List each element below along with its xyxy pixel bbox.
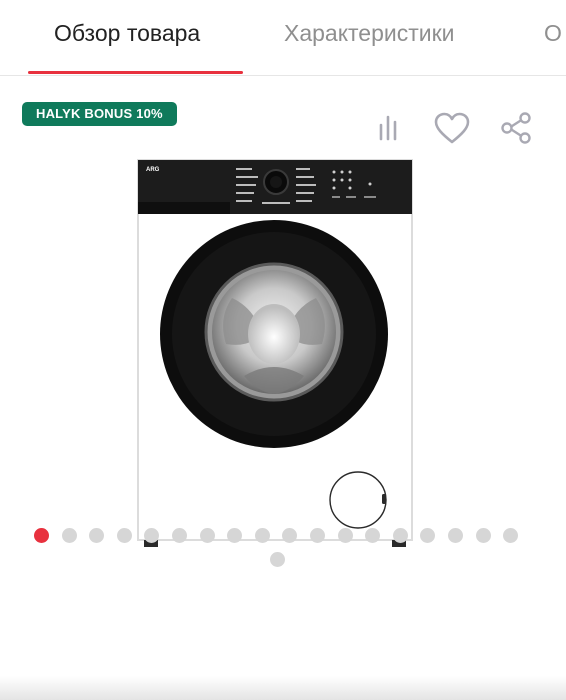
carousel-dot[interactable]	[116, 528, 132, 543]
carousel-dot[interactable]	[227, 528, 243, 543]
compare-button[interactable]	[368, 108, 408, 148]
brand-logo: ARG	[146, 167, 160, 173]
carousel-dot[interactable]	[392, 528, 408, 543]
carousel-dot[interactable]	[503, 528, 519, 543]
tab-reviews[interactable]: О	[544, 20, 562, 47]
product-image[interactable]: ARG	[136, 158, 414, 550]
tab-overview[interactable]: Обзор товара	[54, 20, 200, 47]
carousel-pagination	[0, 525, 566, 575]
share-button[interactable]	[496, 108, 536, 148]
active-tab-indicator	[28, 71, 243, 74]
tab-specifications[interactable]: Характеристики	[284, 20, 455, 47]
washing-machine-illustration: ARG	[137, 159, 413, 547]
bar-chart-icon	[379, 115, 397, 141]
carousel-dot[interactable]	[475, 528, 491, 543]
share-icon	[501, 112, 531, 144]
carousel-dot[interactable]	[89, 528, 105, 543]
favorite-button[interactable]	[432, 108, 472, 148]
halyk-bonus-badge: HALYK BONUS 10%	[22, 102, 177, 126]
tab-bar: Обзор товара Характеристики О	[0, 0, 566, 76]
heart-icon	[434, 112, 470, 144]
carousel-dot[interactable]	[337, 528, 353, 543]
carousel-dot[interactable]	[254, 528, 270, 543]
carousel-dot[interactable]	[61, 528, 77, 543]
carousel-dot[interactable]	[420, 528, 436, 543]
carousel-dot[interactable]	[34, 528, 49, 543]
carousel-dot[interactable]	[199, 528, 215, 543]
carousel-dot[interactable]	[270, 552, 285, 567]
carousel-dot[interactable]	[365, 528, 381, 543]
carousel-dot[interactable]	[144, 528, 160, 543]
carousel-dot[interactable]	[310, 528, 325, 543]
bottom-divider	[0, 676, 566, 700]
carousel-dot[interactable]	[172, 528, 187, 543]
carousel-dot[interactable]	[282, 528, 298, 543]
carousel-dot[interactable]	[448, 528, 463, 543]
